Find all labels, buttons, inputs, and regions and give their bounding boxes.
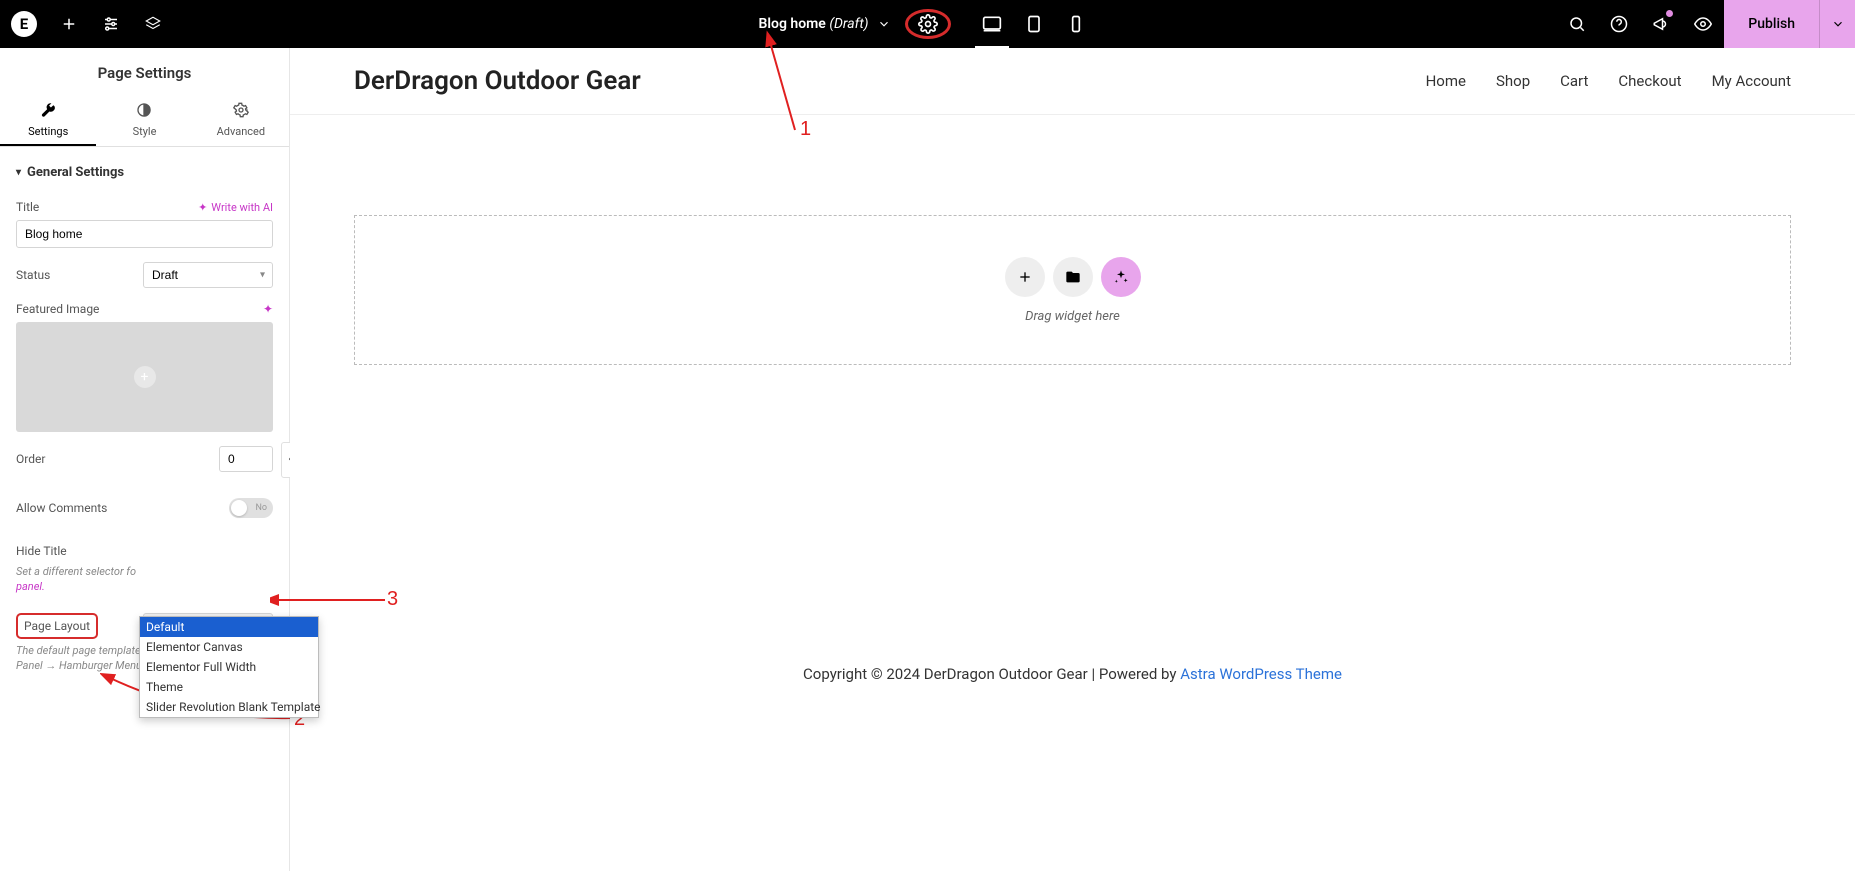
site-title[interactable]: DerDragon Outdoor Gear	[354, 66, 641, 96]
status-label: Status	[16, 268, 50, 282]
document-dropdown-chevron-icon[interactable]	[877, 17, 891, 31]
gear-icon	[193, 102, 289, 121]
status-select[interactable]	[143, 262, 273, 288]
panel-link[interactable]: panel.	[16, 580, 45, 593]
tab-settings[interactable]: Settings	[0, 94, 96, 146]
nav-shop[interactable]: Shop	[1496, 72, 1530, 90]
device-tablet-button[interactable]	[1013, 0, 1055, 48]
wrench-icon	[0, 102, 96, 121]
responsive-device-bar	[971, 0, 1097, 48]
device-mobile-button[interactable]	[1055, 0, 1097, 48]
plus-icon: +	[134, 366, 156, 388]
order-label: Order	[16, 452, 45, 466]
ai-generate-button[interactable]	[1101, 257, 1141, 297]
panel-title: Page Settings	[0, 48, 289, 94]
site-header: DerDragon Outdoor Gear Home Shop Cart Ch…	[290, 48, 1855, 115]
document-title-text: Blog home	[759, 16, 826, 32]
elementor-logo[interactable]: E	[0, 0, 48, 48]
site-nav: Home Shop Cart Checkout My Account	[1426, 72, 1791, 90]
featured-image-label: Featured Image	[16, 302, 99, 316]
tab-advanced[interactable]: Advanced	[193, 94, 289, 146]
editor-canvas: DerDragon Outdoor Gear Home Shop Cart Ch…	[290, 48, 1855, 871]
workspace: Page Settings Settings Style Advanced Ge…	[0, 48, 1855, 871]
status-field-row: Status	[16, 262, 273, 288]
hide-title-help: Set a different selector fo panel.	[16, 564, 273, 595]
tab-label: Advanced	[217, 125, 265, 138]
tab-style[interactable]: Style	[96, 94, 192, 146]
empty-section-dropzone[interactable]: Drag widget here	[354, 215, 1791, 365]
panel-tabs: Settings Style Advanced	[0, 94, 289, 147]
site-footer: Copyright © 2024 DerDragon Outdoor Gear …	[290, 625, 1855, 703]
footer-text: Copyright © 2024 DerDragon Outdoor Gear …	[803, 665, 1180, 683]
allow-comments-label: Allow Comments	[16, 501, 107, 515]
add-element-button[interactable]	[48, 0, 90, 48]
title-input[interactable]	[16, 220, 273, 248]
hide-title-label: Hide Title	[16, 544, 67, 558]
dropdown-item-default[interactable]: Default	[140, 617, 318, 637]
write-with-ai-button[interactable]: ✦ Write with AI	[198, 201, 273, 214]
site-settings-button[interactable]	[90, 0, 132, 48]
order-field-row: Order	[16, 446, 273, 472]
order-input[interactable]	[219, 446, 273, 472]
document-title[interactable]: Blog home (Draft)	[759, 16, 869, 32]
finder-search-button[interactable]	[1556, 0, 1598, 48]
document-status: (Draft)	[829, 16, 868, 32]
page-layout-dropdown[interactable]: Default Elementor Canvas Elementor Full …	[139, 616, 319, 718]
dropdown-item-theme[interactable]: Theme	[140, 677, 318, 697]
add-section-button[interactable]	[1005, 257, 1045, 297]
topbar-center: Blog home (Draft)	[759, 0, 1097, 48]
left-panel: Page Settings Settings Style Advanced Ge…	[0, 48, 290, 871]
footer-theme-link[interactable]: Astra WordPress Theme	[1180, 665, 1342, 683]
dropdown-item-canvas[interactable]: Elementor Canvas	[140, 637, 318, 657]
dropdown-item-slider[interactable]: Slider Revolution Blank Template	[140, 697, 318, 717]
tab-label: Settings	[28, 125, 68, 138]
dropdown-item-full-width[interactable]: Elementor Full Width	[140, 657, 318, 677]
hide-title-row: Hide Title	[16, 544, 273, 558]
title-field-row: Title ✦ Write with AI	[16, 200, 273, 214]
whats-new-button[interactable]	[1640, 0, 1682, 48]
template-library-button[interactable]	[1053, 257, 1093, 297]
nav-cart[interactable]: Cart	[1560, 72, 1588, 90]
publish-button[interactable]: Publish	[1724, 0, 1819, 48]
title-label: Title	[16, 200, 39, 214]
preview-button[interactable]	[1682, 0, 1724, 48]
featured-image-upload[interactable]: +	[16, 322, 273, 432]
nav-account[interactable]: My Account	[1712, 72, 1791, 90]
write-ai-label: Write with AI	[211, 201, 273, 214]
publish-options-button[interactable]	[1819, 0, 1855, 48]
section-general-settings[interactable]: General Settings	[16, 159, 273, 186]
tab-label: Style	[133, 125, 157, 138]
top-bar: E Blog home (Draft)	[0, 0, 1855, 48]
toggle-state: No	[255, 503, 267, 513]
allow-comments-row: Allow Comments No	[16, 498, 273, 518]
help-button[interactable]	[1598, 0, 1640, 48]
page-settings-gear-button[interactable]	[905, 9, 951, 39]
topbar-left: E	[0, 0, 174, 48]
drop-hint: Drag widget here	[1025, 309, 1120, 324]
allow-comments-toggle[interactable]: No	[229, 498, 273, 518]
page-layout-label-highlighted: Page Layout	[16, 613, 98, 639]
sparkle-icon: ✦	[198, 201, 207, 214]
structure-button[interactable]	[132, 0, 174, 48]
featured-image-row: Featured Image ✦	[16, 302, 273, 316]
droplet-icon	[96, 102, 192, 121]
dropzone-buttons	[1005, 257, 1141, 297]
device-desktop-button[interactable]	[971, 0, 1013, 48]
panel-body: General Settings Title ✦ Write with AI S…	[0, 147, 289, 871]
nav-checkout[interactable]: Checkout	[1618, 72, 1681, 90]
ai-icon[interactable]: ✦	[263, 302, 273, 316]
nav-home[interactable]: Home	[1426, 72, 1466, 90]
topbar-right: Publish	[1556, 0, 1855, 48]
